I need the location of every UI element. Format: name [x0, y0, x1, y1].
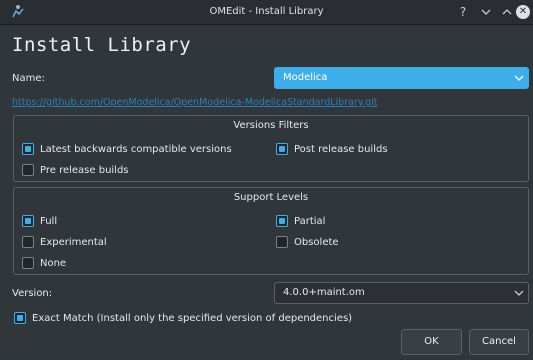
exact-match-checkbox[interactable]: Exact Match (Install only the specified … — [14, 311, 352, 325]
page-title: Install Library — [12, 34, 192, 56]
checkbox-checked-icon — [276, 143, 288, 155]
chevron-down-icon — [514, 75, 524, 81]
experimental-checkbox[interactable]: Experimental — [22, 235, 107, 249]
version-label: Version: — [12, 288, 53, 299]
checkbox-checked-icon — [22, 215, 34, 227]
pre-release-checkbox[interactable]: Pre release builds — [22, 163, 129, 177]
checkbox-unchecked-icon — [276, 236, 288, 248]
latest-compatible-label: Latest backwards compatible versions — [40, 143, 232, 155]
none-label: None — [40, 257, 67, 269]
versions-filters-title: Versions Filters — [233, 120, 309, 131]
experimental-label: Experimental — [40, 236, 107, 248]
help-icon[interactable]: ? — [456, 4, 470, 20]
pre-release-label: Pre release builds — [40, 164, 129, 176]
name-label: Name: — [12, 73, 45, 84]
title-bar: OMEdit - Install Library ? ✕ — [0, 0, 533, 25]
versions-filters-group: Versions Filters Latest backwards compat… — [13, 115, 529, 182]
full-label: Full — [40, 215, 58, 227]
support-levels-title: Support Levels — [233, 192, 309, 203]
exact-match-label: Exact Match (Install only the specified … — [32, 312, 353, 324]
obsolete-checkbox[interactable]: Obsolete — [276, 235, 339, 249]
ok-button[interactable]: OK — [401, 329, 462, 355]
maximize-icon[interactable] — [500, 4, 514, 20]
close-icon[interactable]: ✕ — [516, 5, 530, 19]
post-release-label: Post release builds — [294, 143, 388, 155]
latest-compatible-checkbox[interactable]: Latest backwards compatible versions — [22, 142, 232, 156]
minimize-icon[interactable] — [479, 4, 493, 20]
version-select[interactable]: 4.0.0+maint.om — [274, 282, 529, 304]
partial-label: Partial — [294, 215, 326, 227]
checkbox-unchecked-icon — [22, 164, 34, 176]
obsolete-label: Obsolete — [294, 236, 339, 248]
cancel-button[interactable]: Cancel — [469, 329, 529, 355]
checkbox-checked-icon — [14, 312, 26, 324]
full-checkbox[interactable]: Full — [22, 214, 57, 228]
checkbox-unchecked-icon — [22, 236, 34, 248]
window-title: OMEdit - Install Library — [209, 6, 324, 17]
support-levels-group: Support Levels Full Partial Experimental… — [13, 187, 529, 275]
post-release-checkbox[interactable]: Post release builds — [276, 142, 388, 156]
checkbox-checked-icon — [22, 143, 34, 155]
checkbox-checked-icon — [276, 215, 288, 227]
library-url-link[interactable]: https://github.com/OpenModelica/OpenMode… — [12, 97, 378, 108]
chevron-down-icon — [514, 290, 524, 296]
name-select[interactable]: Modelica — [274, 67, 529, 89]
version-select-value: 4.0.0+maint.om — [283, 287, 365, 298]
partial-checkbox[interactable]: Partial — [276, 214, 325, 228]
name-select-value: Modelica — [283, 72, 328, 83]
checkbox-unchecked-icon — [22, 257, 34, 269]
none-checkbox[interactable]: None — [22, 256, 66, 270]
